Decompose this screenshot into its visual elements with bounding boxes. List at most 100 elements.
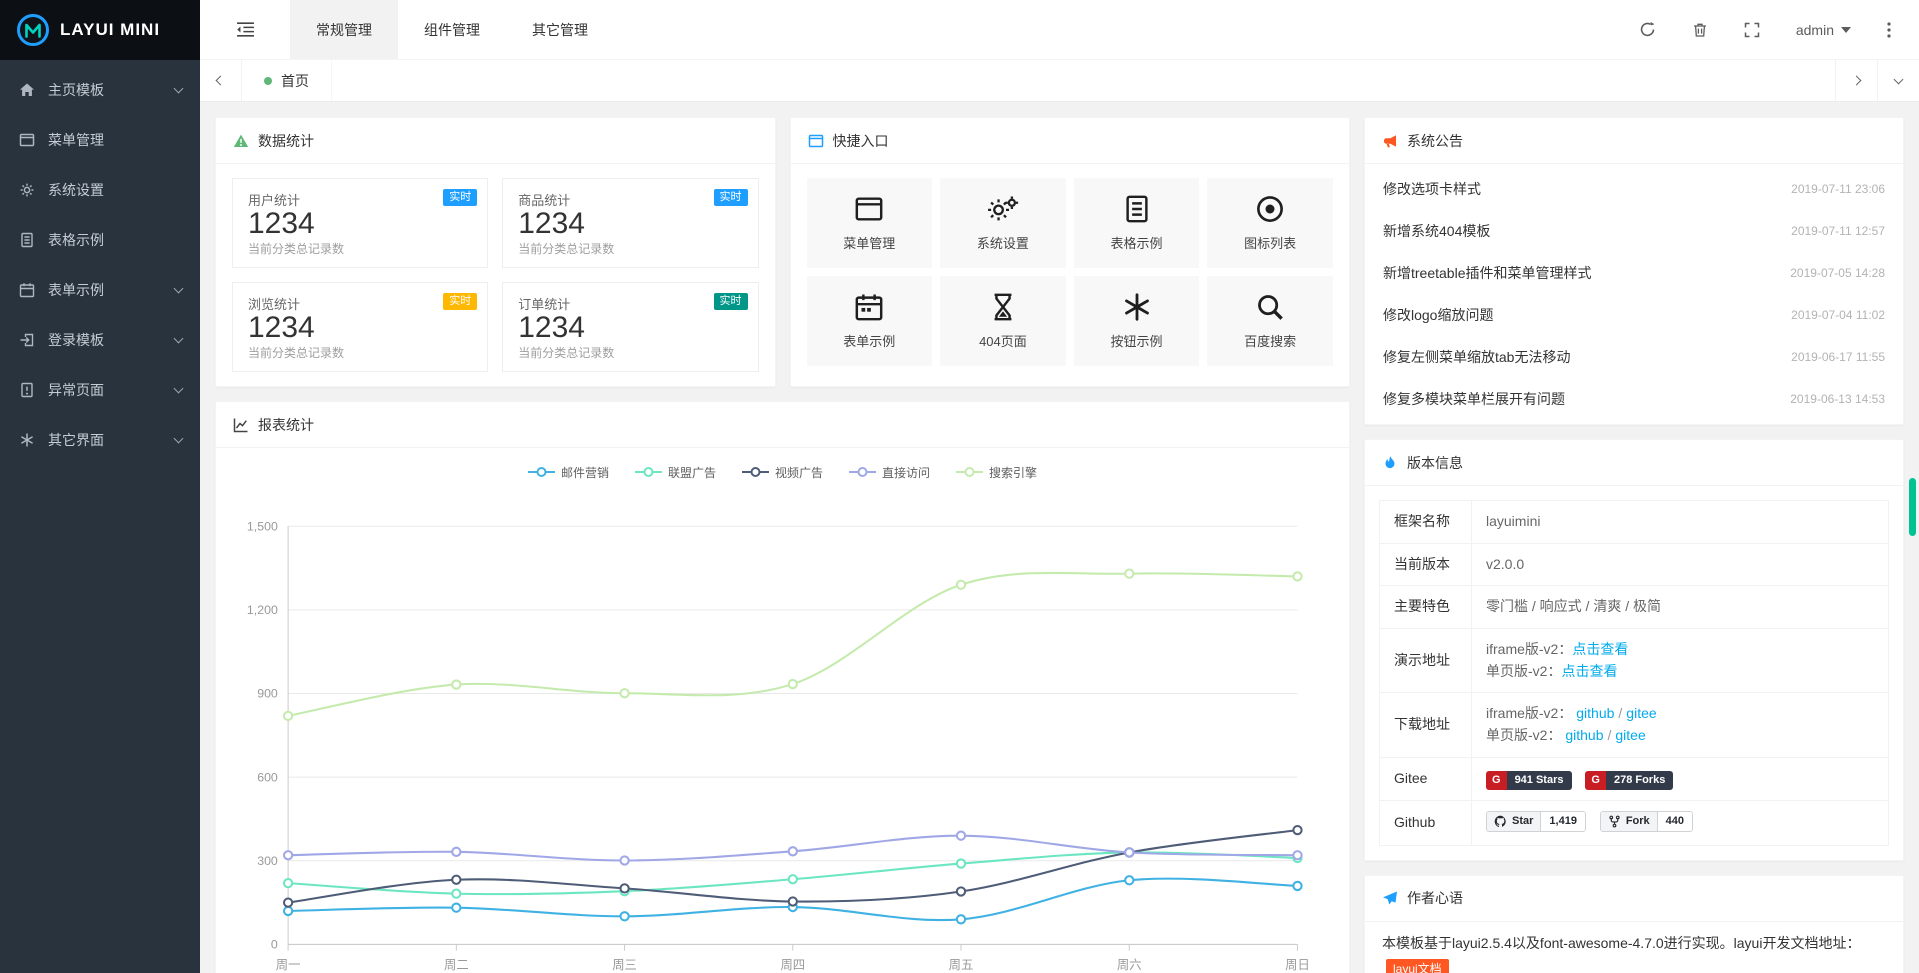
- table-row: Gitee G 941 Stars G 278 Forks: [1380, 757, 1889, 800]
- bullhorn-icon: [1382, 133, 1398, 149]
- quick-entry-system-settings[interactable]: 系统设置: [940, 178, 1066, 268]
- download-iframe-github-link[interactable]: github: [1576, 705, 1614, 721]
- legend-marker-icon: [956, 466, 983, 478]
- gitee-stars-badge[interactable]: G 941 Stars: [1486, 771, 1572, 790]
- legend-item[interactable]: 直接访问: [849, 464, 930, 481]
- outdent-icon: [236, 21, 255, 38]
- window-blue-icon: [808, 133, 824, 149]
- tab-scroll-left-button[interactable]: [200, 60, 242, 101]
- more-menu-button[interactable]: [1887, 22, 1891, 38]
- app-title: LAYUI MINI: [60, 20, 160, 40]
- sidebar-item-system-settings[interactable]: 系统设置: [0, 165, 200, 215]
- legend-item[interactable]: 邮件营销: [528, 464, 609, 481]
- sidebar-item-login-template[interactable]: 登录模板: [0, 315, 200, 365]
- notice-item[interactable]: 新增系统404模板 2019-07-11 12:57: [1365, 210, 1903, 252]
- notice-item[interactable]: 修复多模块菜单栏展开有问题 2019-06-13 14:53: [1365, 378, 1903, 420]
- sidebar-item-table-demo[interactable]: 表格示例: [0, 215, 200, 265]
- trash-icon: [1692, 22, 1708, 38]
- nav-tab-other-manage[interactable]: 其它管理: [506, 0, 614, 59]
- chevron-down-icon: [174, 384, 184, 394]
- svg-text:周二: 周二: [444, 958, 469, 972]
- nav-tab-general-manage[interactable]: 常规管理: [290, 0, 398, 59]
- download-iframe-gitee-link[interactable]: gitee: [1626, 705, 1656, 721]
- notice-item-date: 2019-06-17 11:55: [1791, 350, 1885, 364]
- quick-entry-label: 表格示例: [1111, 233, 1163, 252]
- quick-entry-table-demo[interactable]: 表格示例: [1074, 178, 1200, 268]
- legend-item[interactable]: 视频广告: [742, 464, 823, 481]
- sidebar-collapse-button[interactable]: [200, 0, 290, 59]
- quick-entry-button-demo[interactable]: 按钮示例: [1074, 276, 1200, 366]
- chevron-right-icon: [1852, 76, 1862, 86]
- file-text-icon: [1122, 194, 1152, 224]
- refresh-button[interactable]: [1639, 21, 1656, 38]
- header-nav: 常规管理 组件管理 其它管理: [290, 0, 614, 59]
- panel-title: 版本信息: [1407, 453, 1463, 473]
- feature-value: 零门槛 / 响应式 / 清爽 / 极简: [1472, 586, 1889, 629]
- svg-text:周五: 周五: [949, 958, 974, 972]
- github-star-label: Star: [1512, 816, 1533, 827]
- legend-label: 直接访问: [882, 464, 930, 481]
- github-star-badge[interactable]: Star 1,419: [1486, 811, 1586, 832]
- tab-operations-dropdown[interactable]: [1877, 60, 1919, 101]
- calendar-icon: [854, 292, 884, 322]
- realtime-badge: 实时: [714, 293, 748, 310]
- tab-scroll-right-button[interactable]: [1835, 60, 1877, 101]
- download-single-gitee-link[interactable]: gitee: [1615, 727, 1645, 743]
- stat-value: 1234: [248, 313, 472, 344]
- tab-active-dot: [264, 77, 272, 85]
- chevron-down-icon: [174, 84, 184, 94]
- username: admin: [1796, 22, 1834, 38]
- clear-cache-button[interactable]: [1692, 22, 1708, 38]
- quick-entry-404-page[interactable]: 404页面: [940, 276, 1066, 366]
- expand-icon: [1744, 22, 1760, 38]
- notice-list: 修改选项卡样式 2019-07-11 23:06 新增系统404模板 2019-…: [1365, 164, 1903, 424]
- quick-entry-menu-manage[interactable]: 菜单管理: [807, 178, 933, 268]
- scrollbar-thumb[interactable]: [1909, 478, 1916, 536]
- sidebar-item-menu-manage[interactable]: 菜单管理: [0, 115, 200, 165]
- tab-home[interactable]: 首页: [242, 60, 332, 101]
- sidebar-item-form-demo[interactable]: 表单示例: [0, 265, 200, 315]
- notice-item[interactable]: 修改选项卡样式 2019-07-11 23:06: [1365, 168, 1903, 210]
- user-dropdown[interactable]: admin: [1796, 22, 1851, 38]
- notice-item[interactable]: 新增treetable插件和菜单管理样式 2019-07-05 14:28: [1365, 252, 1903, 294]
- demo-single-link[interactable]: 点击查看: [1561, 663, 1617, 679]
- sidebar-item-label: 表单示例: [48, 280, 104, 300]
- quick-entry-icon-list[interactable]: 图标列表: [1207, 178, 1333, 268]
- demo-iframe-link[interactable]: 点击查看: [1572, 641, 1628, 657]
- logo[interactable]: LAYUI MINI: [0, 0, 200, 60]
- notice-item[interactable]: 修改logo缩放问题 2019-07-04 11:02: [1365, 294, 1903, 336]
- quick-entry-panel: 快捷入口 菜单管理 系统设置: [790, 117, 1351, 387]
- legend-item[interactable]: 联盟广告: [635, 464, 716, 481]
- stat-desc: 当前分类总记录数: [248, 344, 472, 361]
- panel-title: 报表统计: [258, 415, 314, 435]
- svg-text:周日: 周日: [1285, 958, 1310, 972]
- demo-iframe-prefix: iframe版-v2：: [1486, 641, 1572, 657]
- legend-label: 邮件营销: [561, 464, 609, 481]
- quick-entry-form-demo[interactable]: 表单示例: [807, 276, 933, 366]
- fullscreen-button[interactable]: [1744, 22, 1760, 38]
- gitee-badges-cell: G 941 Stars G 278 Forks: [1472, 757, 1889, 800]
- version-row-label: 框架名称: [1380, 501, 1472, 544]
- quick-entry-label: 按钮示例: [1111, 331, 1163, 350]
- gitee-forks-badge[interactable]: G 278 Forks: [1585, 771, 1673, 790]
- github-fork-badge[interactable]: Fork 440: [1600, 811, 1693, 832]
- sidebar-item-other-ui[interactable]: 其它界面: [0, 415, 200, 465]
- sidebar-item-error-pages[interactable]: 异常页面: [0, 365, 200, 415]
- sign-in-icon: [19, 332, 35, 348]
- sidebar-item-home[interactable]: 主页模板: [0, 65, 200, 115]
- notice-item[interactable]: 修复左侧菜单缩放tab无法移动 2019-06-17 11:55: [1365, 336, 1903, 378]
- svg-text:900: 900: [257, 687, 278, 701]
- nav-tab-component-manage[interactable]: 组件管理: [398, 0, 506, 59]
- nav-tab-label: 常规管理: [316, 20, 372, 40]
- layui-doc-badge[interactable]: layui文档: [1386, 959, 1449, 973]
- download-single-github-link[interactable]: github: [1565, 727, 1603, 743]
- version-panel: 版本信息 框架名称 layuimini 当前版本 v2: [1364, 439, 1904, 861]
- paper-plane-icon: [1382, 890, 1398, 906]
- legend-label: 联盟广告: [668, 464, 716, 481]
- report-panel: 报表统计 邮件营销联盟广告视频广告直接访问搜索引擎 03006009001,20…: [215, 401, 1350, 973]
- quick-entry-baidu-search[interactable]: 百度搜索: [1207, 276, 1333, 366]
- nav-tab-label: 组件管理: [424, 20, 480, 40]
- svg-text:周三: 周三: [612, 958, 637, 972]
- legend-item[interactable]: 搜索引擎: [956, 464, 1037, 481]
- table-row: 下载地址 iframe版-v2： github/gitee 单页版-v2：: [1380, 693, 1889, 757]
